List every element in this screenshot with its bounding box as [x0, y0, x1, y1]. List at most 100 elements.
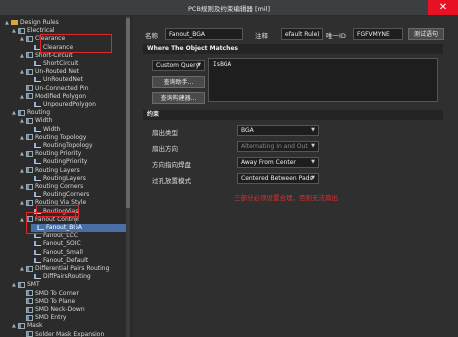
title-bar: PCB规则及约束编辑器 [mil] ✕	[0, 0, 458, 15]
fanout-style-value: BGA	[241, 127, 254, 134]
tree-node[interactable]: RoutingPriority	[28, 158, 87, 166]
scrollbar-thumb[interactable]	[126, 18, 130, 208]
query-assistant-button[interactable]: 查询助手...	[152, 76, 205, 88]
tree-node[interactable]: ▲ Routing Topology	[20, 134, 86, 142]
via-placement-value: Centered Between Pads	[241, 175, 313, 182]
tree-node-label: Width	[43, 125, 61, 133]
test-query-button[interactable]: 测试语句	[408, 28, 444, 40]
name-field[interactable]: Fanout_BGA	[165, 28, 243, 40]
annotation-note: 三部分必须设置合理，否则无法扇出	[234, 194, 338, 202]
tree-node[interactable]: ▲ Modified Polygon	[20, 93, 86, 101]
rule-category-icon	[26, 52, 33, 59]
rule-icon	[34, 192, 41, 198]
comment-field[interactable]: efault Rule)	[281, 28, 323, 40]
tree-node-label: Routing Corners	[35, 183, 84, 190]
tree-node[interactable]: ▲ Routing Priority	[20, 150, 81, 158]
rule-category-icon	[26, 314, 33, 321]
tree-node[interactable]: SMD To Plane	[20, 298, 75, 306]
tree-node[interactable]: RoutingCorners	[28, 191, 89, 199]
uid-label: 唯一ID	[326, 32, 346, 40]
category-icon	[18, 281, 25, 288]
rule-category-icon	[26, 199, 33, 206]
rule-icon	[34, 143, 41, 148]
tree-scrollbar[interactable]	[126, 16, 130, 337]
tree-node-label: SMD To Plane	[35, 297, 76, 305]
tree-node[interactable]: Fanout_Small	[28, 249, 83, 257]
query-textbox[interactable]: IsBGA	[208, 58, 438, 102]
tree-node-label: Routing Layers	[35, 166, 80, 174]
tree-node-label: Un-Connected Pin	[35, 84, 89, 92]
rule-tree[interactable]: ▲ Design Rules ▲ Electrical ▲ Clearance Cleara…	[3, 16, 127, 337]
tree-node[interactable]: ▲ Design Rules	[5, 19, 59, 27]
tree-node-label: RoutingLayers	[43, 174, 86, 182]
fanout-style-select[interactable]: BGA ▼	[237, 125, 319, 136]
rule-icon	[34, 249, 41, 255]
close-button[interactable]: ✕	[428, 0, 458, 15]
chevron-down-icon: ▼	[311, 159, 315, 165]
constraints-header: 约束	[143, 110, 443, 120]
tree-node[interactable]: ▲ Un-Routed Net	[20, 68, 79, 76]
highlight-fanout	[26, 212, 76, 234]
tree-node[interactable]: ▲ Routing	[12, 109, 50, 117]
rule-category-icon	[26, 117, 33, 124]
name-label: 名称	[145, 32, 158, 40]
tree-node-label: Design Rules	[20, 19, 59, 26]
tree-node-label: Fanout_Default	[43, 256, 89, 264]
rule-icon	[34, 77, 41, 83]
via-placement-label: 过孔放置模式	[152, 177, 191, 185]
direction-from-pad-value: Away From Center	[241, 159, 296, 166]
rule-category-icon	[26, 35, 33, 42]
tree-node-label: Routing	[27, 109, 51, 117]
tree-node-label: Fanout_SOIC	[43, 240, 81, 248]
tree-node-label: Solder Mask Expansion	[35, 330, 105, 337]
category-icon	[18, 27, 25, 34]
tree-node-label: Modified Polygon	[35, 92, 87, 100]
tree-node[interactable]: Fanout_SOIC	[28, 240, 81, 248]
query-builder-button[interactable]: 查询构建器...	[152, 92, 205, 104]
rule-category-icon	[26, 298, 33, 305]
tree-node[interactable]: SMD Neck-Down	[20, 306, 85, 314]
query-type-select[interactable]: Custom Query ▼	[152, 60, 205, 71]
tree-node[interactable]: ▲ Mask	[12, 322, 42, 330]
via-placement-select[interactable]: Centered Between Pads ▼	[237, 173, 319, 184]
tree-node-label: ShortCircuit	[43, 60, 79, 67]
tree-node[interactable]: UnRoutedNet	[28, 76, 83, 84]
tree-node[interactable]: ▲ Differential Pairs Routing	[20, 265, 109, 273]
tree-node[interactable]: DiffPairsRouting	[28, 273, 91, 281]
tree-node-label: SMD To Corner	[35, 289, 79, 297]
highlight-clearance	[40, 34, 112, 53]
chevron-down-icon: ▼	[311, 143, 315, 149]
rule-icon	[34, 175, 41, 181]
tree-node[interactable]: ▲ Routing Layers	[20, 167, 80, 175]
tree-node[interactable]: RoutingLayers	[28, 175, 86, 183]
tree-node[interactable]: SMD Entry	[20, 314, 66, 322]
rule-category-icon	[26, 85, 33, 92]
tree-node-label: RoutingPriority	[43, 158, 88, 166]
tree-node-label: Width	[35, 117, 53, 125]
tree-node[interactable]: Fanout_Default	[28, 257, 88, 265]
tree-node-label: Routing Topology	[35, 133, 87, 141]
tree-node[interactable]: ▲ SMT	[12, 281, 40, 289]
tree-node[interactable]: SMD To Corner	[20, 290, 79, 298]
tree-node-label: Routing Priority	[35, 150, 82, 158]
rule-category-icon	[26, 183, 33, 190]
tree-node[interactable]: ▲ Routing Corners	[20, 183, 83, 191]
tree-node[interactable]: ▲ Width	[20, 117, 52, 125]
rule-icon	[34, 102, 41, 107]
tree-node[interactable]: Width	[28, 126, 60, 134]
matches-header: Where The Object Matches	[143, 44, 443, 54]
tree-node[interactable]: ShortCircuit	[28, 60, 78, 68]
tree-node-label: SMD Entry	[35, 314, 67, 322]
rule-icon	[34, 126, 41, 132]
direction-from-pad-select[interactable]: Away From Center ▼	[237, 157, 319, 168]
category-icon	[18, 322, 25, 329]
fanout-direction-label: 扇出方向	[152, 145, 178, 153]
tree-node[interactable]: Solder Mask Expansion	[20, 331, 104, 337]
rule-icon	[34, 61, 41, 66]
uid-field[interactable]: FGFVMYNE	[353, 28, 403, 40]
tree-node[interactable]: Un-Connected Pin	[20, 85, 89, 93]
tree-node[interactable]: RoutingTopology	[28, 142, 93, 150]
rule-category-icon	[26, 290, 33, 297]
tree-node[interactable]: UnpouredPolygon	[28, 101, 96, 109]
tree-node-label: UnRoutedNet	[43, 76, 83, 84]
